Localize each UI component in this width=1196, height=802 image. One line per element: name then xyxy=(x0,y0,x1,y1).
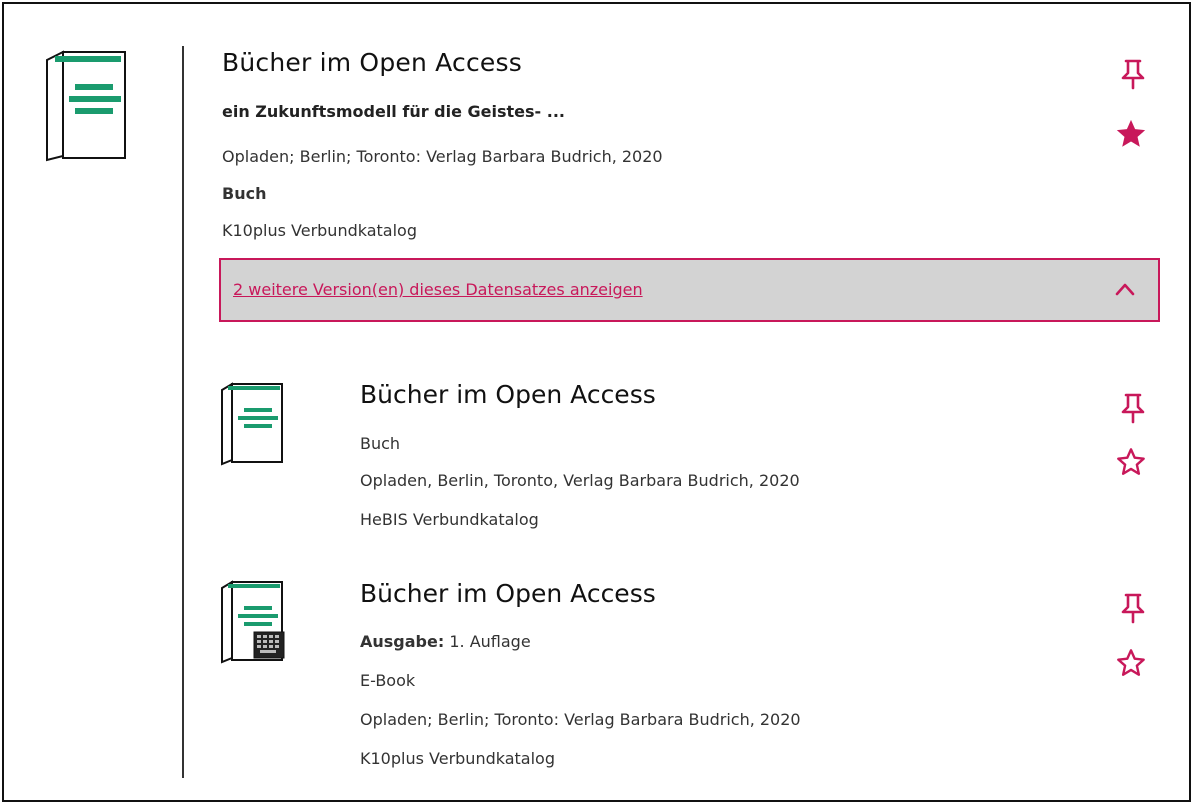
version-title[interactable]: Bücher im Open Access xyxy=(360,380,656,409)
record-title[interactable]: Bücher im Open Access xyxy=(222,48,522,77)
version-source: HeBIS Verbundkatalog xyxy=(360,510,539,529)
record-type: Buch xyxy=(222,184,267,203)
book-icon xyxy=(221,382,283,466)
record-subtitle: ein Zukunftsmodell für die Geistes- ... xyxy=(222,102,565,121)
record-source: K10plus Verbundkatalog xyxy=(222,221,417,240)
version-title[interactable]: Bücher im Open Access xyxy=(360,579,656,608)
pushpin-icon[interactable] xyxy=(1118,592,1148,624)
chevron-up-icon[interactable] xyxy=(1114,280,1136,298)
ebook-icon xyxy=(221,580,285,664)
star-outline-icon[interactable] xyxy=(1114,647,1148,679)
version-type: E-Book xyxy=(360,671,416,690)
star-outline-icon[interactable] xyxy=(1114,446,1148,478)
book-icon xyxy=(46,50,126,162)
record-publication: Opladen; Berlin; Toronto: Verlag Barbara… xyxy=(222,147,663,166)
pushpin-icon[interactable] xyxy=(1118,58,1148,90)
version-edition: Ausgabe: 1. Auflage xyxy=(360,632,531,651)
version-publication: Opladen; Berlin; Toronto: Verlag Barbara… xyxy=(360,710,801,729)
versions-toggle[interactable]: 2 weitere Version(en) dieses Datensatzes… xyxy=(219,258,1160,322)
version-source: K10plus Verbundkatalog xyxy=(360,749,555,768)
edition-value: 1. Auflage xyxy=(444,632,531,651)
divider xyxy=(182,46,184,778)
versions-toggle-link[interactable]: 2 weitere Version(en) dieses Datensatzes… xyxy=(233,280,643,299)
results-panel: Bücher im Open Access ein Zukunftsmodell… xyxy=(2,2,1191,802)
edition-label: Ausgabe: xyxy=(360,632,445,651)
star-filled-icon[interactable] xyxy=(1113,117,1149,151)
pushpin-icon[interactable] xyxy=(1118,392,1148,424)
version-publication: Opladen, Berlin, Toronto, Verlag Barbara… xyxy=(360,471,800,490)
version-type: Buch xyxy=(360,434,401,453)
